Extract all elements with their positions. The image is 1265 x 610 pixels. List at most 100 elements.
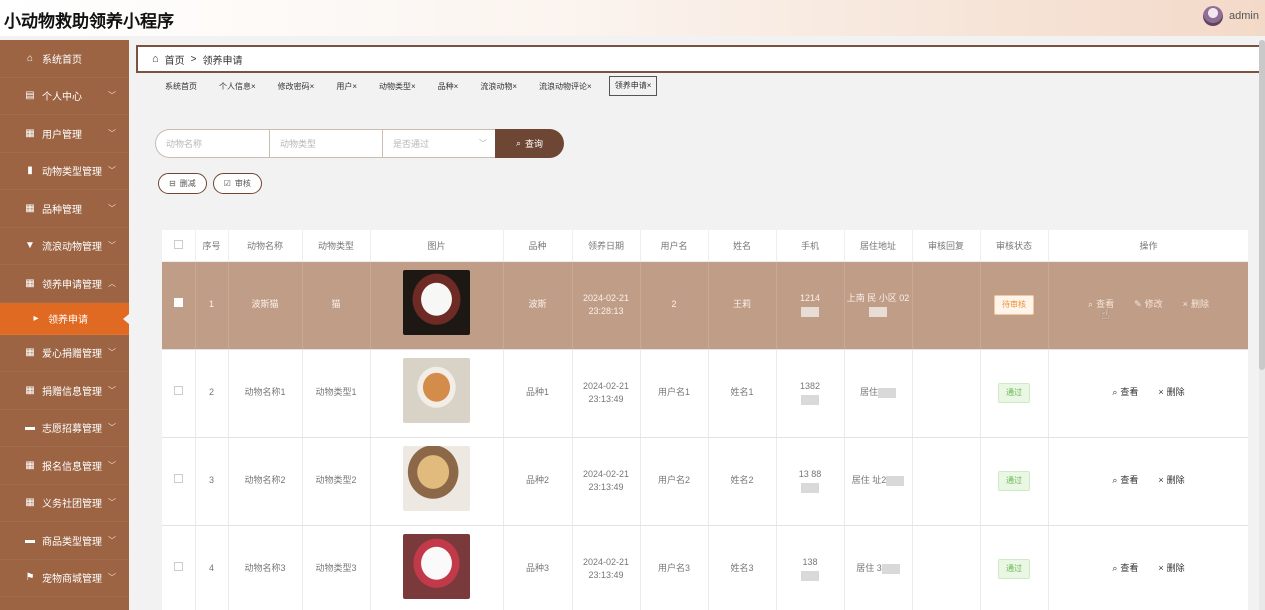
address-text: 上南 民 小区 02 [846,292,910,303]
animal-type-input[interactable]: 动物类型 [269,129,382,158]
edit-button[interactable]: ✎ 修改 [1134,298,1163,312]
row-select-cell[interactable] [162,437,196,526]
sidebar-item[interactable]: ▤ 个人中心 ﹀ [0,78,129,115]
row-checkbox[interactable] [173,474,183,484]
tab-item[interactable]: 领养申请× [608,76,658,96]
op-label: 删除 [1190,299,1209,310]
sidebar-item-label: 捐赠信息管理 [42,386,102,398]
view-icon: ⌕ [1088,299,1094,310]
adoption-date-day: 2024-02-21 [582,556,630,567]
sidebar-item[interactable]: ▬ 志愿招募管理 ﹀ [0,410,129,447]
row-select-cell[interactable] [162,349,196,438]
animal-photo[interactable] [403,534,470,600]
check-square-icon: ☑ [223,179,231,188]
table-row[interactable]: 3 动物名称2 动物类型2 品种2 2024-02-21 23:13:49 用户名2 姓名2 1… [162,437,1248,526]
tab-item[interactable]: 修改密码× [273,81,320,92]
animal-name-input[interactable]: 动物名称 [155,129,269,158]
phone: 1214 [776,261,845,350]
row-index: 2 [195,349,229,438]
delete-row-button[interactable]: × 删除 [1158,474,1184,488]
tab-bar: 系统首页 个人信息× 修改密码× 用户× 动物类型× 品种× 流浪动物× 流浪动物评论× 领养申… [136,75,1265,97]
column-header: 审核状态 [980,230,1049,262]
status-cell: 通过 [980,437,1049,526]
delete-row-button[interactable]: × 删除 [1183,298,1209,312]
row-select-cell[interactable] [162,261,196,350]
sidebar-item[interactable]: ▦ 品种管理 ﹀ [0,190,129,228]
username: 用户名2 [640,437,709,526]
breadcrumb: ⌂ 首页 > 领养申请 [136,45,1265,73]
operations-cell: ⌕ 查看 × 删除 [1048,525,1248,610]
sidebar-item[interactable]: ⚑ 宠物商城管理 ﹀ [0,560,129,597]
row-checkbox[interactable] [173,562,183,572]
sidebar-item[interactable]: ▦ 爱心捐赠管理 ﹀ [0,335,129,372]
delete-button[interactable]: ⊟ 删减 [158,173,207,194]
tab-item[interactable]: 流浪动物评论× [534,81,597,92]
home-icon[interactable]: ⌂ [152,53,159,65]
adoption-date-time: 23:13:49 [588,394,624,404]
sidebar-item[interactable]: ▦ 领养申请管理 ︿ [0,265,129,303]
chevron-down-icon: ﹀ [108,573,116,583]
tab-item[interactable]: 动物类型× [374,81,421,92]
sidebar-item[interactable]: ▦ 捐赠信息管理 ﹀ [0,372,129,410]
review-button[interactable]: ☑ 审核 [212,173,262,194]
delete-row-button[interactable]: × 删除 [1158,386,1184,400]
caret-right-icon: ▸ [33,312,39,324]
tab-item[interactable]: 用户× [331,81,362,92]
tab-item[interactable]: 流浪动物× [475,81,522,92]
sidebar-item[interactable]: ⌂ 系统首页 [0,40,129,78]
animal-photo[interactable] [403,446,470,512]
monitor-icon: ▬ [25,534,35,546]
header-select-all[interactable] [162,230,196,262]
tab-item[interactable]: 个人信息× [214,81,261,92]
sidebar: ⌂ 系统首页 ▤ 个人中心 ﹀ ▦ 用户管理 ﹀ ▮ 动物类型管理 ﹀ ▦ 品种管理 ﹀ ▼ 流浪动物管理 ﹀ ▦… [0,40,129,610]
table-row[interactable]: 2 动物名称1 动物类型1 品种1 2024-02-21 23:13:49 用户名1 姓名1 1… [162,349,1248,438]
sidebar-item[interactable]: ▬ 商品类型管理 ﹀ [0,522,129,560]
row-checkbox[interactable] [173,298,183,308]
column-header: 动物类型 [302,230,371,262]
phone-text: 1214 [799,292,821,303]
sidebar-item-label: 系统首页 [42,54,82,66]
sidebar-item[interactable]: ▦ 义务社团管理 ﹀ [0,485,129,522]
sidebar-item-label: 流浪动物管理 [42,242,102,254]
adoption-date: 2024-02-21 23:13:49 [572,349,641,438]
sidebar-item-label: 品种管理 [42,204,82,216]
row-checkbox[interactable] [173,386,183,396]
query-button[interactable]: ⌕ 查询 [495,129,564,158]
delete-icon: × [1182,299,1188,310]
address-text: 居住 址2 [851,475,887,486]
sidebar-item[interactable]: ▦ 报名信息管理 ﹀ [0,447,129,485]
sidebar-item-label: 商品类型管理 [42,536,102,548]
review-button-label: 审核 [234,179,251,188]
view-button[interactable]: ⌕ 查看 [1112,474,1138,488]
real-name: 姓名2 [708,437,777,526]
pass-status-select[interactable]: 是否通过 ﹀ [382,129,495,158]
animal-photo[interactable] [403,270,470,336]
delete-button-label: 删减 [179,179,196,188]
sidebar-subitem-adoption-application[interactable]: ▸ 领养申请 [0,302,129,335]
sidebar-item[interactable]: ▮ 动物类型管理 ﹀ [0,153,129,190]
animal-photo[interactable] [403,358,470,424]
review-reply [912,349,981,438]
breadcrumb-home[interactable]: 首页 [165,52,185,67]
user-menu[interactable]: admin [1203,6,1259,26]
view-button[interactable]: ⌕ 查看 [1112,386,1138,400]
column-header: 品种 [503,230,573,262]
table-row[interactable]: 1 波斯猫猫 波斯 2024-02-21 23:28:13 2 王莉 1214 上南 民 小区 … [162,261,1248,350]
column-header: 操作 [1048,230,1248,262]
adoption-date-time: 23:28:13 [588,306,624,316]
sidebar-item-label: 领养申请 [48,314,88,326]
username[interactable]: admin [1229,10,1259,22]
avatar[interactable] [1203,6,1224,26]
adoption-date: 2024-02-21 23:28:13 [572,261,641,350]
tab-item[interactable]: 系统首页 [160,81,202,92]
sidebar-item[interactable]: ▼ 流浪动物管理 ﹀ [0,228,129,265]
grid-icon: ▦ [25,202,35,214]
select-all-checkbox[interactable] [173,239,183,249]
delete-row-button[interactable]: × 删除 [1158,562,1184,576]
row-select-cell[interactable] [162,525,196,610]
table-row[interactable]: 4 动物名称3 动物类型3 品种3 2024-02-21 23:13:49 用户名3 姓名3 1… [162,525,1248,610]
sidebar-item[interactable]: ▦ 用户管理 ﹀ [0,115,129,153]
tab-item[interactable]: 品种× [433,81,464,92]
view-button[interactable]: ⌕ 查看 [1112,562,1138,576]
scrollbar-thumb[interactable] [1259,40,1265,370]
